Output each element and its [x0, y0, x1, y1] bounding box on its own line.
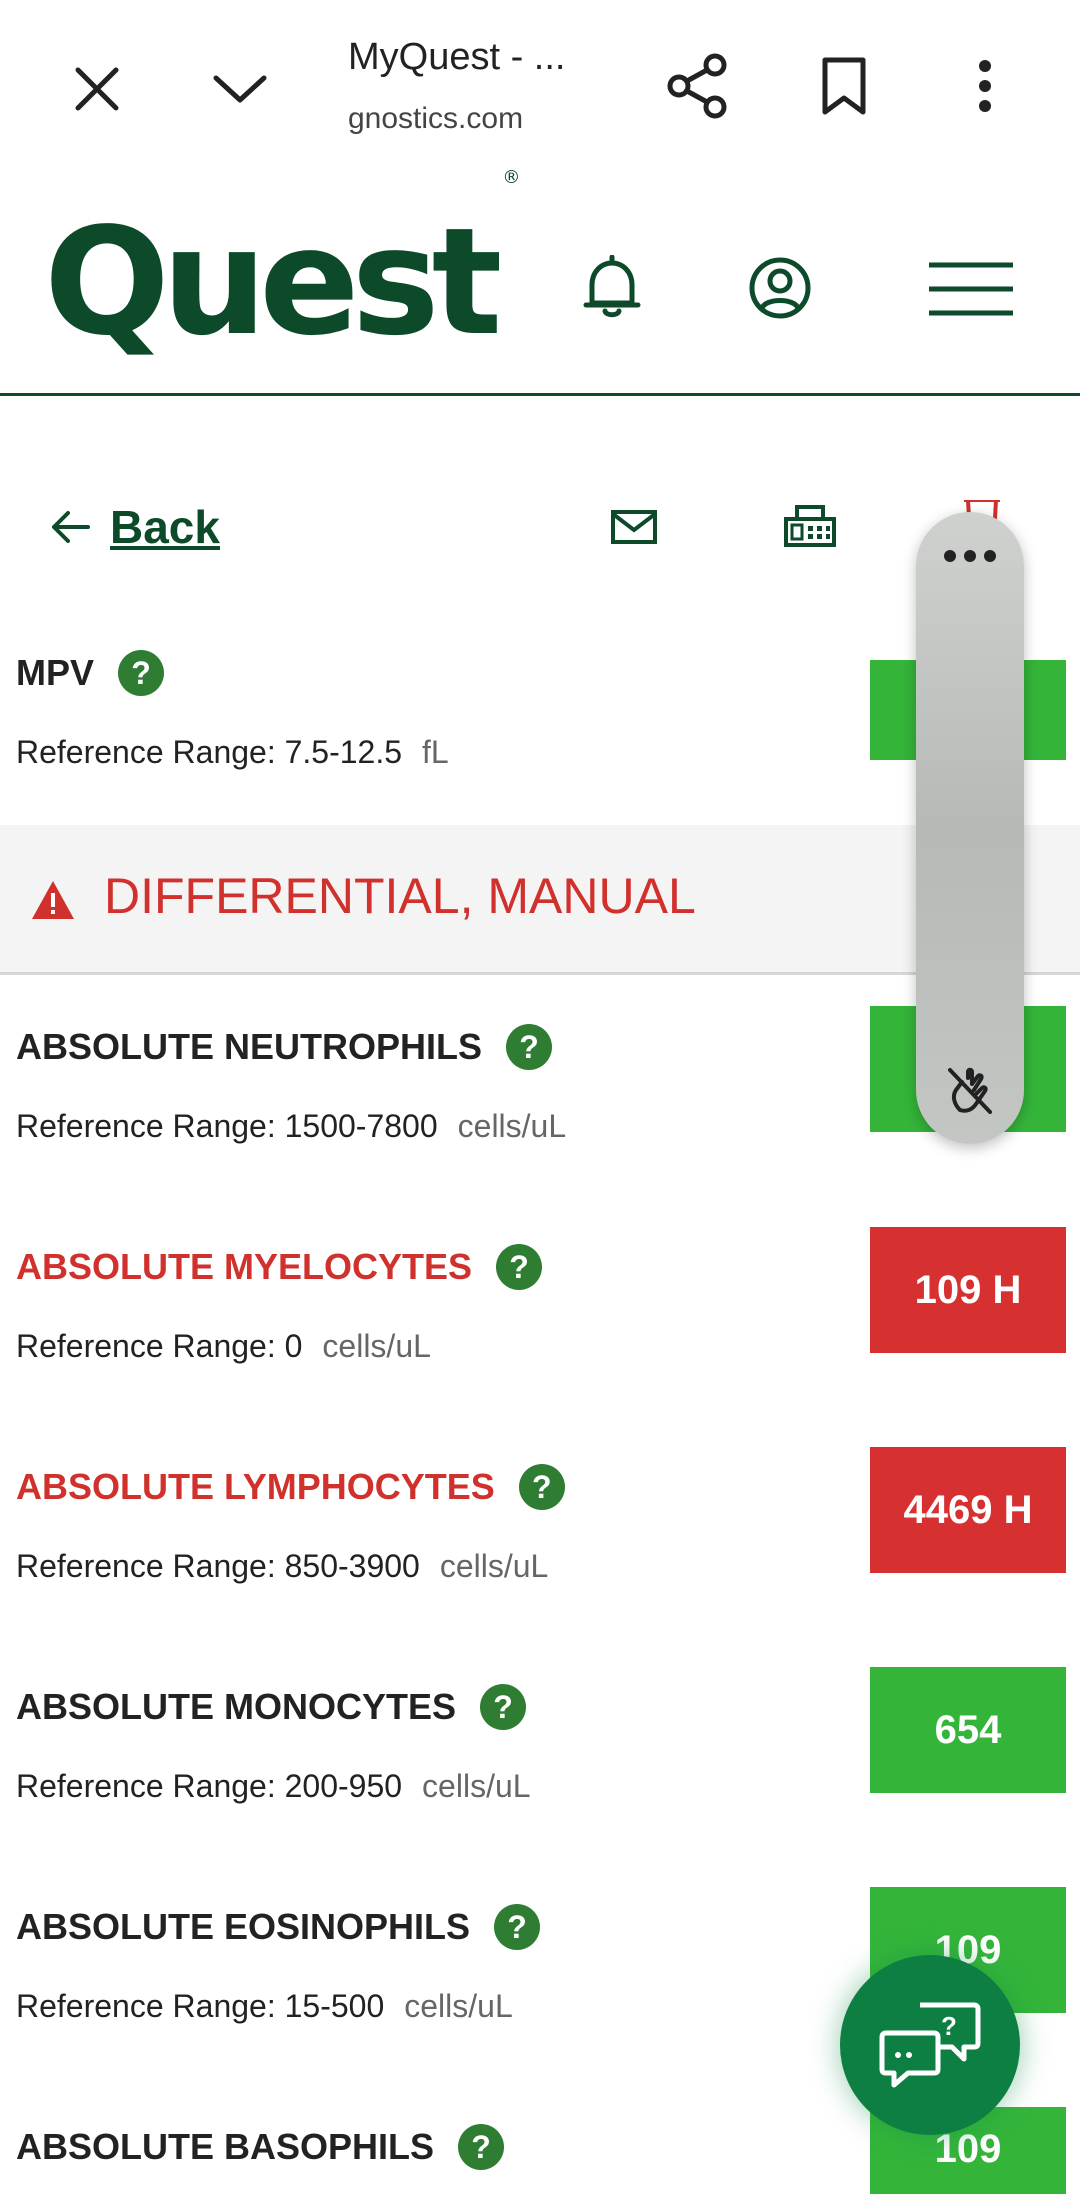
- more-horizontal-icon[interactable]: [916, 550, 1024, 562]
- help-icon[interactable]: ?: [518, 1464, 565, 1510]
- reference-range: Reference Range: 0 cells/uL: [16, 1328, 431, 1364]
- bookmark-button[interactable]: [806, 48, 882, 124]
- chevron-down-icon: [213, 75, 267, 103]
- bookmark-icon: [822, 57, 866, 115]
- envelope-icon: [611, 510, 657, 544]
- reference-range: Reference Range: 200-950 cells/uL: [16, 1768, 531, 1804]
- page-title: MyQuest - ...: [348, 36, 566, 78]
- quest-logo[interactable]: Quest®: [44, 168, 520, 356]
- bell-icon: [583, 255, 641, 318]
- share-button[interactable]: [660, 48, 736, 124]
- floating-toolbar-overlay[interactable]: [916, 512, 1024, 1144]
- back-label: Back: [110, 501, 220, 553]
- chat-question-icon: ?: [879, 2002, 981, 2088]
- minimize-button[interactable]: [205, 54, 275, 124]
- help-icon[interactable]: ?: [494, 1904, 541, 1950]
- arrow-left-icon: [52, 511, 90, 543]
- help-icon[interactable]: ?: [118, 650, 165, 696]
- more-vertical-icon: [979, 60, 991, 112]
- no-touch-icon[interactable]: [946, 1064, 994, 1116]
- chat-help-button[interactable]: ?: [840, 1955, 1020, 2135]
- result-name: ABSOLUTE EOSINOPHILS ?: [16, 1904, 541, 1950]
- result-row-lymphocytes: ABSOLUTE LYMPHOCYTES ? Reference Range: …: [0, 1440, 1080, 1640]
- result-value[interactable]: 654: [870, 1667, 1066, 1793]
- share-icon: [667, 53, 727, 119]
- result-name: ABSOLUTE LYMPHOCYTES ?: [16, 1464, 565, 1510]
- fax-button[interactable]: [780, 500, 840, 552]
- warning-icon: [32, 881, 74, 919]
- result-name: ABSOLUTE MYELOCYTES ?: [16, 1244, 543, 1290]
- fax-icon: [784, 505, 836, 547]
- result-name: MPV ?: [16, 650, 165, 696]
- reference-range: Reference Range: 850-3900 cells/uL: [16, 1548, 549, 1584]
- site-header: Quest®: [0, 168, 1080, 396]
- menu-button[interactable]: [920, 244, 1022, 334]
- page-url[interactable]: gnostics.com: [348, 102, 523, 136]
- help-icon[interactable]: ?: [496, 1244, 543, 1290]
- result-name: ABSOLUTE NEUTROPHILS ?: [16, 1024, 553, 1070]
- back-link[interactable]: Back: [50, 500, 220, 554]
- help-icon[interactable]: ?: [506, 1024, 553, 1070]
- svg-text:?: ?: [941, 2011, 957, 2041]
- reference-range: Reference Range: 7.5-12.5 fL: [16, 734, 449, 770]
- hamburger-icon: [929, 262, 1013, 316]
- result-name: ABSOLUTE MONOCYTES ?: [16, 1684, 527, 1730]
- notifications-button[interactable]: [570, 246, 654, 330]
- help-icon[interactable]: ?: [458, 2124, 505, 2170]
- result-row-myelocytes: ABSOLUTE MYELOCYTES ? Reference Range: 0…: [0, 1220, 1080, 1420]
- user-circle-icon: [749, 257, 811, 319]
- close-icon: [75, 67, 119, 111]
- browser-toolbar: MyQuest - ... gnostics.com: [0, 0, 1080, 168]
- result-value[interactable]: 109 H: [870, 1227, 1066, 1353]
- email-button[interactable]: [606, 504, 662, 550]
- account-button[interactable]: [738, 246, 822, 330]
- more-options-button[interactable]: [950, 48, 1020, 124]
- reference-range: Reference Range: 1500-7800 cells/uL: [16, 1108, 567, 1144]
- reference-range: Reference Range: 15-500 cells/uL: [16, 1988, 513, 2024]
- result-value[interactable]: 4469 H: [870, 1447, 1066, 1573]
- result-name: ABSOLUTE BASOPHILS ?: [16, 2124, 505, 2170]
- close-tab-button[interactable]: [62, 54, 132, 124]
- result-row-monocytes: ABSOLUTE MONOCYTES ? Reference Range: 20…: [0, 1660, 1080, 1860]
- section-title: DIFFERENTIAL, MANUAL: [104, 868, 696, 924]
- help-icon[interactable]: ?: [480, 1684, 527, 1730]
